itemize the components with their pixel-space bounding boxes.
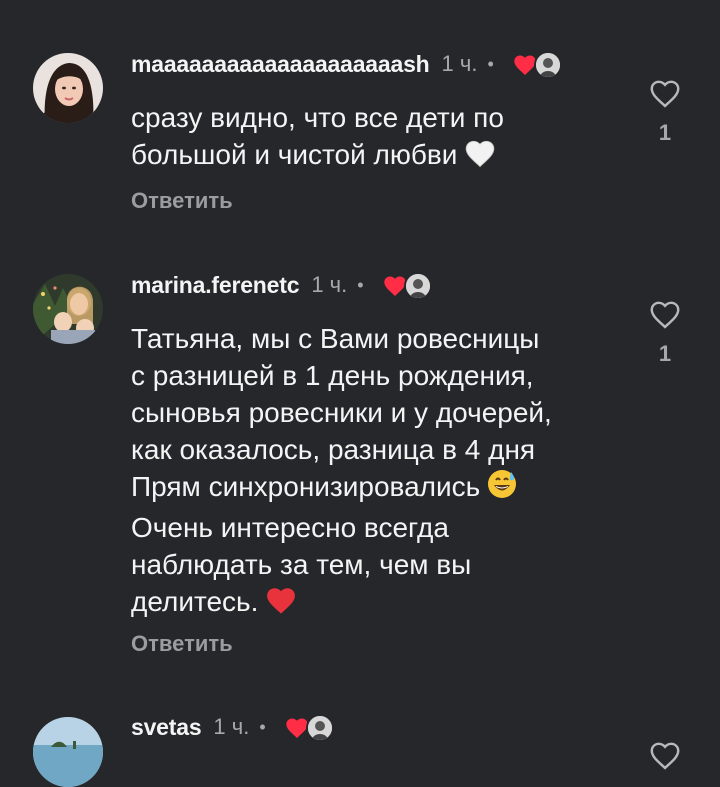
author-liked-badge <box>284 713 336 742</box>
like-column: 1 <box>640 78 690 146</box>
avatar-photo <box>33 53 103 123</box>
like-column <box>640 740 690 770</box>
timestamp: 1 ч. <box>311 272 348 297</box>
avatar[interactable] <box>33 717 103 787</box>
like-column: 1 <box>640 299 690 367</box>
timestamp: 1 ч. <box>441 51 478 76</box>
comment-line: с разницей в 1 день рождения, <box>131 360 534 391</box>
author-liked-badge <box>382 271 434 300</box>
comment-text: Татьяна, мы с Вами ровесницы с разницей … <box>131 320 552 624</box>
comment-line: Очень интересно всегда <box>131 512 449 543</box>
grinning-sweat-emoji <box>486 468 518 509</box>
comment-line: наблюдать за тем, чем вы <box>131 549 472 580</box>
comment-line-with-emoji: большой и чистой любви <box>131 136 504 177</box>
comment-line-with-emoji: делитесь. <box>131 583 552 624</box>
red-heart-emoji <box>264 585 298 624</box>
comment-line: сразу видно, что все дети по <box>131 102 504 133</box>
comment-meta: maaaaaaaaaaaaaaaaaaaash 1 ч. • <box>131 49 564 79</box>
comment-line-with-emoji: Прям синхронизировались <box>131 468 552 509</box>
comment-line: Татьяна, мы с Вами ровесницы <box>131 323 540 354</box>
timestamp: 1 ч. <box>213 714 250 739</box>
author-liked-badge <box>512 50 564 79</box>
author-avatar <box>403 272 432 300</box>
username[interactable]: svetas <box>131 714 202 741</box>
separator-dot: • <box>487 53 494 74</box>
username[interactable]: maaaaaaaaaaaaaaaaaaaash <box>131 51 430 78</box>
author-avatar <box>533 51 562 79</box>
reply-button[interactable]: Ответить <box>131 631 233 657</box>
heart-outline-icon[interactable] <box>648 299 682 329</box>
comment-meta: svetas 1 ч. • <box>131 712 336 742</box>
author-avatar <box>305 714 334 742</box>
reply-button[interactable]: Ответить <box>131 188 233 214</box>
avatar[interactable] <box>33 274 103 344</box>
like-count: 1 <box>658 120 672 145</box>
separator-dot: • <box>259 716 266 737</box>
comment-line: как оказалось, разница в 4 дня <box>131 434 536 465</box>
comment-text: сразу видно, что все дети по большой и ч… <box>131 99 504 177</box>
separator-dot: • <box>357 274 364 295</box>
comment-line: большой и чистой любви <box>131 139 458 170</box>
heart-outline-icon[interactable] <box>648 78 682 108</box>
username[interactable]: marina.ferenetc <box>131 272 300 299</box>
comment-line: делитесь. <box>131 586 259 617</box>
comment-line: Прям синхронизировались <box>131 471 481 502</box>
avatar-photo <box>33 274 103 344</box>
like-count: 1 <box>658 341 672 366</box>
white-heart-emoji <box>463 138 497 177</box>
avatar-photo <box>33 717 103 787</box>
comment-meta: marina.ferenetc 1 ч. • <box>131 270 434 300</box>
comment-line: сыновья ровесники и у дочерей, <box>131 397 552 428</box>
avatar[interactable] <box>33 53 103 123</box>
heart-outline-icon[interactable] <box>648 740 682 770</box>
